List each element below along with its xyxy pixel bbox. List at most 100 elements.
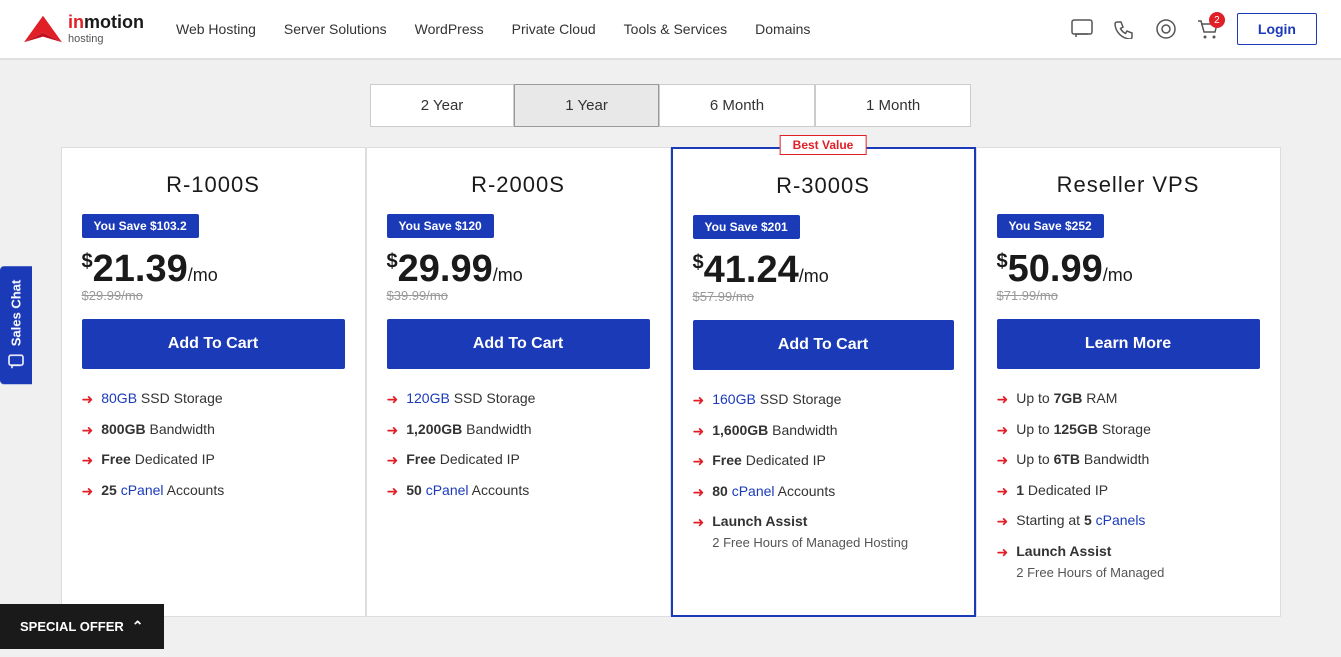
features-list-reseller-vps: ➜Up to 7GB RAM ➜Up to 125GB Storage ➜Up … xyxy=(997,389,1260,582)
price-main-r2000s: $29.99/mo xyxy=(387,250,650,288)
add-to-cart-r1000s[interactable]: Add To Cart xyxy=(82,319,345,369)
price-area-r1000s: $21.39/mo $29.99/mo xyxy=(82,250,345,303)
pricing-grid: R-1000S You Save $103.2 $21.39/mo $29.99… xyxy=(61,147,1281,617)
plan-name-r2000s: R-2000S xyxy=(387,172,650,198)
plan-r3000s: Best Value R-3000S You Save $201 $41.24/… xyxy=(671,147,976,617)
list-item: ➜Starting at 5 cPanels xyxy=(997,511,1260,532)
tab-6month[interactable]: 6 Month xyxy=(659,84,815,127)
arrow-icon: ➜ xyxy=(693,391,705,411)
arrow-icon: ➜ xyxy=(693,422,705,442)
arrow-icon: ➜ xyxy=(693,452,705,472)
plan-name-reseller-vps: Reseller VPS xyxy=(997,172,1260,198)
savings-badge-reseller-vps: You Save $252 xyxy=(997,214,1104,238)
price-main-r3000s: $41.24/mo xyxy=(693,251,954,289)
list-item: ➜160GB SSD Storage xyxy=(693,390,954,411)
chat-icon[interactable] xyxy=(1069,16,1095,42)
billing-tabs: 2 Year 1 Year 6 Month 1 Month xyxy=(0,60,1341,147)
price-original-reseller-vps: $71.99/mo xyxy=(997,288,1260,303)
nav-private-cloud[interactable]: Private Cloud xyxy=(512,21,596,37)
nav-domains[interactable]: Domains xyxy=(755,21,810,37)
cart-icon[interactable]: 2 xyxy=(1195,16,1221,42)
price-area-reseller-vps: $50.99/mo $71.99/mo xyxy=(997,250,1260,303)
pricing-section: R-1000S You Save $103.2 $21.39/mo $29.99… xyxy=(0,147,1341,657)
arrow-icon: ➜ xyxy=(387,421,399,441)
savings-badge-r1000s: You Save $103.2 xyxy=(82,214,199,238)
plan-name-r1000s: R-1000S xyxy=(82,172,345,198)
nav-tools-services[interactable]: Tools & Services xyxy=(624,21,727,37)
features-list-r1000s: ➜80GB SSD Storage ➜800GB Bandwidth ➜Free… xyxy=(82,389,345,501)
list-item: ➜ Launch Assist2 Free Hours of Managed H… xyxy=(693,512,954,552)
arrow-icon: ➜ xyxy=(82,451,94,471)
tab-1month[interactable]: 1 Month xyxy=(815,84,971,127)
price-area-r2000s: $29.99/mo $39.99/mo xyxy=(387,250,650,303)
list-item: ➜Free Dedicated IP xyxy=(693,451,954,472)
arrow-icon: ➜ xyxy=(997,421,1009,441)
arrow-icon: ➜ xyxy=(997,451,1009,471)
arrow-icon: ➜ xyxy=(387,482,399,502)
tab-2year[interactable]: 2 Year xyxy=(370,84,515,127)
login-button[interactable]: Login xyxy=(1237,13,1317,45)
list-item: ➜Up to 125GB Storage xyxy=(997,420,1260,441)
list-item: ➜1 Dedicated IP xyxy=(997,481,1260,502)
arrow-icon: ➜ xyxy=(997,482,1009,502)
list-item: ➜ Launch Assist2 Free Hours of Managed xyxy=(997,542,1260,582)
price-main-reseller-vps: $50.99/mo xyxy=(997,250,1260,288)
features-list-r2000s: ➜120GB SSD Storage ➜1,200GB Bandwidth ➜F… xyxy=(387,389,650,501)
arrow-icon: ➜ xyxy=(387,451,399,471)
list-item: ➜80GB SSD Storage xyxy=(82,389,345,410)
cart-count-badge: 2 xyxy=(1209,12,1225,28)
list-item: ➜Up to 6TB Bandwidth xyxy=(997,450,1260,471)
plan-reseller-vps: Reseller VPS You Save $252 $50.99/mo $71… xyxy=(976,147,1281,617)
add-to-cart-r3000s[interactable]: Add To Cart xyxy=(693,320,954,370)
price-original-r1000s: $29.99/mo xyxy=(82,288,345,303)
add-to-cart-r2000s[interactable]: Add To Cart xyxy=(387,319,650,369)
header: inmotion hosting Web Hosting Server Solu… xyxy=(0,0,1341,60)
list-item: ➜50 cPanel Accounts xyxy=(387,481,650,502)
arrow-icon: ➜ xyxy=(82,482,94,502)
list-item: ➜800GB Bandwidth xyxy=(82,420,345,441)
sales-chat-label: Sales Chat xyxy=(9,279,24,345)
list-item: ➜120GB SSD Storage xyxy=(387,389,650,410)
header-icons: 2 Login xyxy=(1069,13,1317,45)
list-item: ➜25 cPanel Accounts xyxy=(82,481,345,502)
features-list-r3000s: ➜160GB SSD Storage ➜1,600GB Bandwidth ➜F… xyxy=(693,390,954,552)
savings-badge-r3000s: You Save $201 xyxy=(693,215,800,239)
arrow-icon: ➜ xyxy=(82,390,94,410)
special-offer-bar[interactable]: SPECIAL OFFER ⌃ xyxy=(0,604,164,649)
arrow-icon: ➜ xyxy=(693,513,705,533)
special-offer-label: SPECIAL OFFER xyxy=(20,619,124,634)
chevron-up-icon: ⌃ xyxy=(132,618,144,635)
list-item: ➜1,600GB Bandwidth xyxy=(693,421,954,442)
arrow-icon: ➜ xyxy=(997,543,1009,563)
phone-icon[interactable] xyxy=(1111,16,1137,42)
arrow-icon: ➜ xyxy=(82,421,94,441)
arrow-icon: ➜ xyxy=(997,390,1009,410)
logo-bird-icon xyxy=(24,15,62,43)
sales-chat-button[interactable]: Sales Chat xyxy=(0,265,32,383)
arrow-icon: ➜ xyxy=(997,512,1009,532)
price-original-r2000s: $39.99/mo xyxy=(387,288,650,303)
plan-r2000s: R-2000S You Save $120 $29.99/mo $39.99/m… xyxy=(366,147,671,617)
plan-r1000s: R-1000S You Save $103.2 $21.39/mo $29.99… xyxy=(61,147,366,617)
nav-wordpress[interactable]: WordPress xyxy=(415,21,484,37)
tab-1year[interactable]: 1 Year xyxy=(514,84,659,127)
list-item: ➜1,200GB Bandwidth xyxy=(387,420,650,441)
list-item: ➜Free Dedicated IP xyxy=(82,450,345,471)
best-value-badge: Best Value xyxy=(780,135,867,155)
price-original-r3000s: $57.99/mo xyxy=(693,289,954,304)
list-item: ➜Up to 7GB RAM xyxy=(997,389,1260,410)
list-item: ➜Free Dedicated IP xyxy=(387,450,650,471)
plan-name-r3000s: R-3000S xyxy=(693,173,954,199)
main-nav: Web Hosting Server Solutions WordPress P… xyxy=(176,21,1069,37)
price-main-r1000s: $21.39/mo xyxy=(82,250,345,288)
nav-server-solutions[interactable]: Server Solutions xyxy=(284,21,387,37)
nav-web-hosting[interactable]: Web Hosting xyxy=(176,21,256,37)
savings-badge-r2000s: You Save $120 xyxy=(387,214,494,238)
logo[interactable]: inmotion hosting xyxy=(24,13,144,45)
arrow-icon: ➜ xyxy=(693,483,705,503)
support-icon[interactable] xyxy=(1153,16,1179,42)
arrow-icon: ➜ xyxy=(387,390,399,410)
list-item: ➜80 cPanel Accounts xyxy=(693,482,954,503)
price-area-r3000s: $41.24/mo $57.99/mo xyxy=(693,251,954,304)
learn-more-button[interactable]: Learn More xyxy=(997,319,1260,369)
